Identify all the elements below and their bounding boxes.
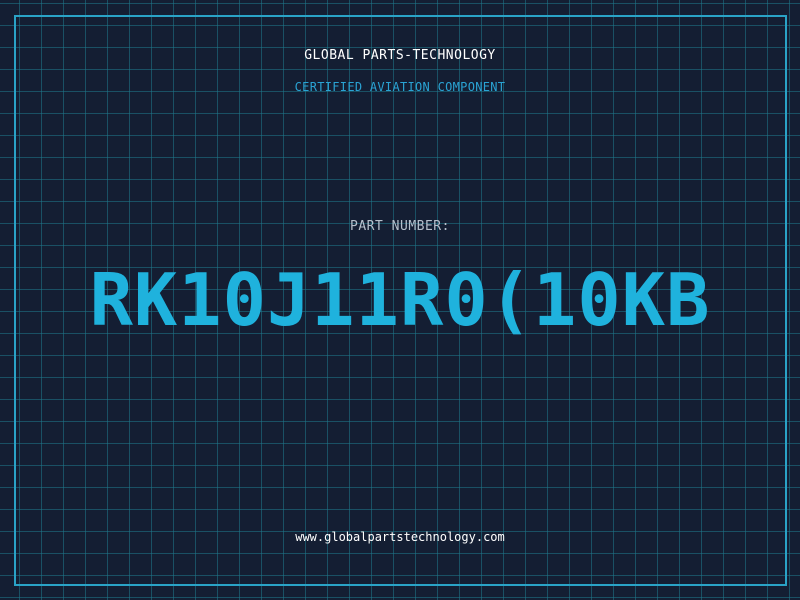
part-number: RK10J11R0(10KB	[89, 258, 711, 342]
tagline: CERTIFIED AVIATION COMPONENT	[294, 80, 506, 94]
website-url: www.globalpartstechnology.com	[295, 530, 505, 544]
part-number-label: PART NUMBER:	[350, 219, 450, 234]
company-name: GLOBAL PARTS-TECHNOLOGY	[304, 48, 496, 63]
